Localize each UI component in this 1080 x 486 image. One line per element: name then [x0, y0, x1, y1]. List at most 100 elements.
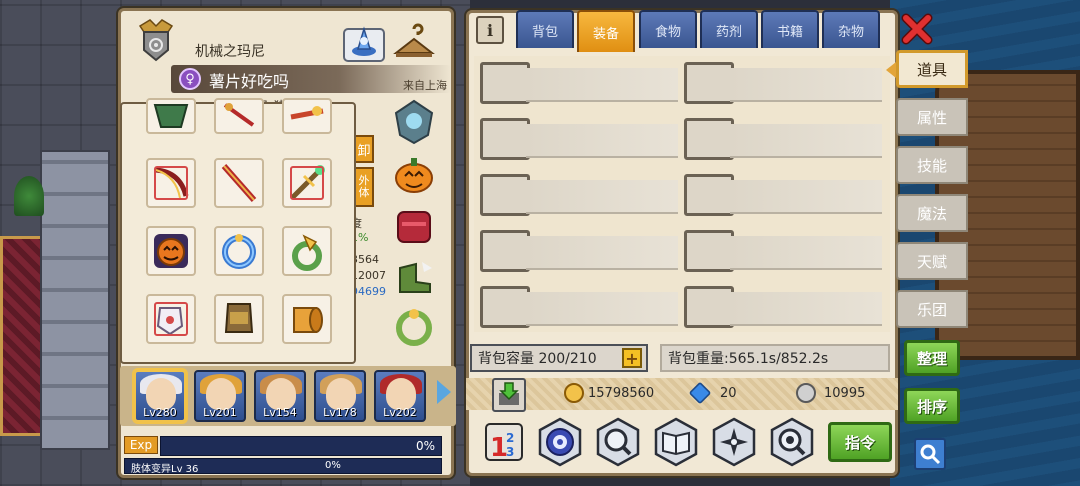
equip-slot-boots[interactable] — [389, 251, 439, 301]
equip-item-slot[interactable] — [282, 98, 332, 134]
bag-weight: 背包重量:565.1s/852.2s — [660, 344, 890, 372]
silver-amount: 10995 — [824, 386, 866, 401]
bag-slot[interactable] — [480, 230, 678, 272]
appearance-button[interactable]: 外 体 — [354, 167, 374, 207]
diamond-amount: 20 — [720, 386, 737, 401]
hanger-icon[interactable] — [391, 21, 437, 65]
equip-item-slot[interactable] — [146, 226, 196, 276]
bag-capacity: 背包容量 200/210 + — [470, 344, 648, 372]
deposit-icon[interactable] — [492, 378, 526, 412]
gold-coin-icon — [564, 383, 584, 403]
side-tab-attributes[interactable]: 属性 — [896, 98, 968, 136]
svg-text:2: 2 — [506, 431, 514, 445]
team-member-level: Lv178 — [323, 406, 357, 419]
team-member-level: Lv280 — [143, 406, 177, 419]
bag-slot[interactable] — [684, 174, 882, 216]
exp-area: Exp 0% 肢体变异Lv 36 0% — [120, 432, 446, 476]
side-active-arrow-icon — [886, 62, 896, 78]
exp-label: Exp — [124, 436, 158, 454]
background-pillar — [40, 150, 110, 450]
team-member-level: Lv201 — [203, 406, 237, 419]
silver-coin-icon — [796, 383, 816, 403]
body-mutation-bar: 肢体变异Lv 36 0% — [124, 458, 442, 475]
team-next-arrow-icon[interactable] — [437, 380, 451, 404]
equip-item-slot[interactable] — [282, 158, 332, 208]
tab-potion[interactable]: 药剂 — [700, 10, 758, 48]
side-tab-skills[interactable]: 技能 — [896, 146, 968, 184]
bag-slot[interactable] — [684, 118, 882, 160]
close-icon[interactable] — [900, 12, 934, 46]
emblem-icon — [133, 17, 179, 65]
equip-item-slot[interactable] — [146, 98, 196, 134]
team-member[interactable]: Lv178 — [314, 370, 366, 422]
side-tab-talent[interactable]: 天赋 — [896, 242, 968, 280]
side-tab-magic[interactable]: 魔法 — [896, 194, 968, 232]
equip-slot-ring[interactable] — [389, 303, 439, 353]
expand-capacity-button[interactable]: + — [622, 348, 642, 368]
sort-button[interactable]: 排序 — [904, 388, 960, 424]
gold-amount: 15798560 — [588, 386, 655, 401]
tab-backpack[interactable]: 背包 — [516, 10, 574, 48]
exp-bar: 0% — [160, 436, 442, 456]
equip-slot-pumpkin[interactable] — [389, 149, 439, 199]
svg-text:3: 3 — [506, 445, 514, 459]
search-icon[interactable] — [914, 438, 946, 470]
exp-percent: 0% — [415, 439, 435, 453]
body-mutation-percent: 0% — [325, 460, 341, 471]
team-member[interactable]: Lv154 — [254, 370, 306, 422]
bag-slot[interactable] — [480, 118, 678, 160]
team-member[interactable]: Lv280 — [134, 370, 186, 422]
team-member-level: Lv154 — [263, 406, 297, 419]
equip-item-slot[interactable] — [214, 294, 264, 344]
command-button[interactable]: 指令 — [828, 422, 892, 462]
currency-bar: 15798560 20 10995 — [466, 378, 898, 410]
unequip-button[interactable]: 卸 — [354, 135, 374, 163]
inspect-icon[interactable] — [766, 416, 818, 468]
team-member[interactable]: Lv202 — [374, 370, 426, 422]
tab-books[interactable]: 书籍 — [761, 10, 819, 48]
team-member-level: Lv202 — [383, 406, 417, 419]
tab-food[interactable]: 食物 — [639, 10, 697, 48]
class-name: 机械之玛尼 — [195, 44, 265, 60]
info-icon[interactable]: i — [476, 16, 504, 44]
magnifier-icon[interactable] — [592, 416, 644, 468]
equip-item-slot[interactable] — [146, 158, 196, 208]
bag-slot[interactable] — [480, 62, 678, 104]
bag-slot[interactable] — [684, 286, 882, 328]
bag-capacity-text: 背包容量 200/210 — [478, 351, 597, 367]
equip-item-slot[interactable] — [214, 158, 264, 208]
player-name: 薯片好吃吗 — [209, 72, 290, 91]
female-icon: ♀ — [179, 68, 201, 90]
potted-plant-icon — [14, 176, 44, 216]
equip-slot-gem[interactable] — [389, 97, 439, 147]
side-tab-band[interactable]: 乐团 — [896, 290, 968, 328]
stat-text: 94699 — [351, 285, 386, 298]
body-mutation-label: 肢体变异Lv 36 — [131, 464, 199, 475]
team-member[interactable]: Lv201 — [194, 370, 246, 422]
bag-slot[interactable] — [480, 286, 678, 328]
diamond-icon — [688, 381, 712, 405]
bag-slot[interactable] — [480, 174, 678, 216]
side-tab-items[interactable]: 道具 — [896, 50, 968, 88]
bag-slot[interactable] — [684, 62, 882, 104]
character-header: 机械之玛尼 — [129, 17, 449, 67]
number-sort-icon[interactable]: 1 2 3 — [478, 416, 530, 468]
target-ring-icon[interactable] — [534, 416, 586, 468]
bag-slot[interactable] — [684, 230, 882, 272]
potion-button[interactable] — [341, 21, 387, 65]
equip-item-slot[interactable] — [282, 294, 332, 344]
equip-item-slot[interactable] — [282, 226, 332, 276]
equip-item-slot[interactable] — [214, 226, 264, 276]
tidy-button[interactable]: 整理 — [904, 340, 960, 376]
tab-equipment[interactable]: 装备 — [577, 10, 635, 52]
team-bar: Lv280 Lv201 Lv154 Lv178 Lv202 — [120, 366, 456, 426]
book-icon[interactable] — [650, 416, 702, 468]
origin-text: 来自上海 — [403, 79, 447, 92]
equip-item-slot[interactable] — [214, 98, 264, 134]
compass-icon[interactable] — [708, 416, 760, 468]
equip-slot-armor[interactable] — [389, 201, 439, 251]
stat-text: 12007 — [351, 269, 386, 282]
tab-misc[interactable]: 杂物 — [822, 10, 880, 48]
equip-item-slot[interactable] — [146, 294, 196, 344]
bag-weight-text: 背包重量:565.1s/852.2s — [668, 351, 829, 367]
